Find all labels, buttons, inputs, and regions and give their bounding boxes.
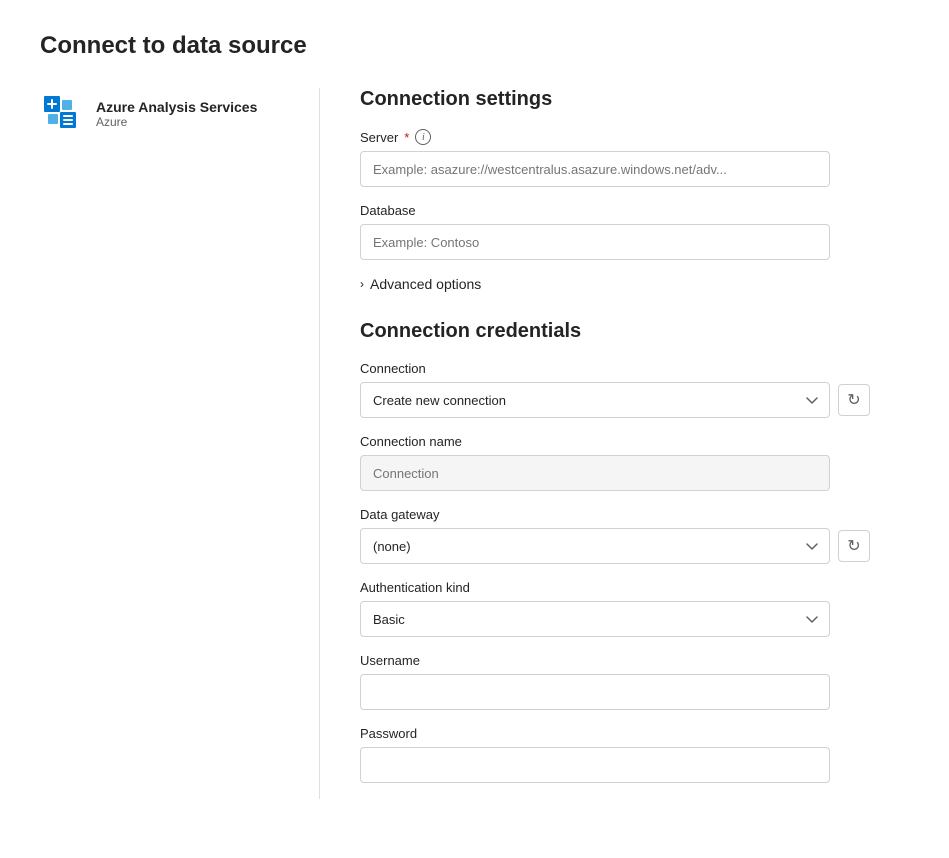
connection-label-group: Connection <box>360 361 909 376</box>
data-gateway-label-group: Data gateway <box>360 507 909 522</box>
refresh-icon: ↻ <box>847 390 860 410</box>
username-input[interactable] <box>360 674 830 710</box>
data-gateway-refresh-button[interactable]: ↻ <box>838 530 870 562</box>
auth-kind-dropdown-value: Basic <box>373 612 405 627</box>
data-gateway-dropdown-wrapper: (none) ↻ <box>360 528 909 564</box>
advanced-options-toggle[interactable]: › Advanced options <box>360 276 909 292</box>
page-container: Connect to data source <box>0 0 949 858</box>
content-layout: Azure Analysis Services Azure Connection… <box>40 88 909 799</box>
server-required: * <box>404 130 409 145</box>
password-group: Password <box>360 726 909 783</box>
data-gateway-label: Data gateway <box>360 507 440 522</box>
username-group: Username <box>360 653 909 710</box>
connection-dropdown-trigger[interactable]: Create new connection <box>360 382 830 418</box>
password-input[interactable] <box>360 747 830 783</box>
azure-analysis-services-icon <box>44 96 84 132</box>
auth-kind-chevron-icon <box>806 612 818 627</box>
service-subtitle: Azure <box>96 115 257 129</box>
database-input[interactable] <box>360 224 830 260</box>
password-label: Password <box>360 726 417 741</box>
service-info: Azure Analysis Services Azure <box>96 99 257 129</box>
connection-credentials-title: Connection credentials <box>360 320 909 343</box>
server-label: Server <box>360 130 398 145</box>
password-label-group: Password <box>360 726 909 741</box>
username-label: Username <box>360 653 420 668</box>
left-panel: Azure Analysis Services Azure <box>40 88 320 799</box>
database-label: Database <box>360 203 416 218</box>
right-panel: Connection settings Server * i Database <box>320 88 909 799</box>
server-group: Server * i <box>360 129 909 187</box>
auth-kind-group: Authentication kind Basic <box>360 580 909 637</box>
service-item: Azure Analysis Services Azure <box>40 88 287 140</box>
data-gateway-dropdown[interactable]: (none) <box>360 528 830 564</box>
connection-name-label: Connection name <box>360 434 462 449</box>
data-gateway-group: Data gateway (none) <box>360 507 909 564</box>
username-label-group: Username <box>360 653 909 668</box>
connection-name-label-group: Connection name <box>360 434 909 449</box>
service-name: Azure Analysis Services <box>96 99 257 115</box>
database-label-group: Database <box>360 203 909 218</box>
data-gateway-dropdown-trigger[interactable]: (none) <box>360 528 830 564</box>
connection-label: Connection <box>360 361 426 376</box>
chevron-right-icon: › <box>360 277 364 291</box>
connection-chevron-icon <box>806 393 818 408</box>
advanced-options-label: Advanced options <box>370 276 481 292</box>
data-gateway-dropdown-value: (none) <box>373 539 411 554</box>
connection-name-input[interactable] <box>360 455 830 491</box>
connection-group: Connection Create new connection <box>360 361 909 418</box>
auth-kind-dropdown-trigger[interactable]: Basic <box>360 601 830 637</box>
auth-kind-dropdown[interactable]: Basic <box>360 601 830 637</box>
auth-kind-label-group: Authentication kind <box>360 580 909 595</box>
connection-dropdown[interactable]: Create new connection <box>360 382 830 418</box>
connection-settings-title: Connection settings <box>360 88 909 111</box>
connection-dropdown-wrapper: Create new connection ↻ <box>360 382 909 418</box>
data-gateway-chevron-icon <box>806 539 818 554</box>
connection-name-group: Connection name <box>360 434 909 491</box>
database-group: Database <box>360 203 909 260</box>
connection-refresh-button[interactable]: ↻ <box>838 384 870 416</box>
server-input[interactable] <box>360 151 830 187</box>
page-title: Connect to data source <box>40 32 909 60</box>
connection-dropdown-value: Create new connection <box>373 393 506 408</box>
server-label-group: Server * i <box>360 129 909 145</box>
data-gateway-refresh-icon: ↻ <box>847 536 860 556</box>
auth-kind-label: Authentication kind <box>360 580 470 595</box>
server-info-icon[interactable]: i <box>415 129 431 145</box>
